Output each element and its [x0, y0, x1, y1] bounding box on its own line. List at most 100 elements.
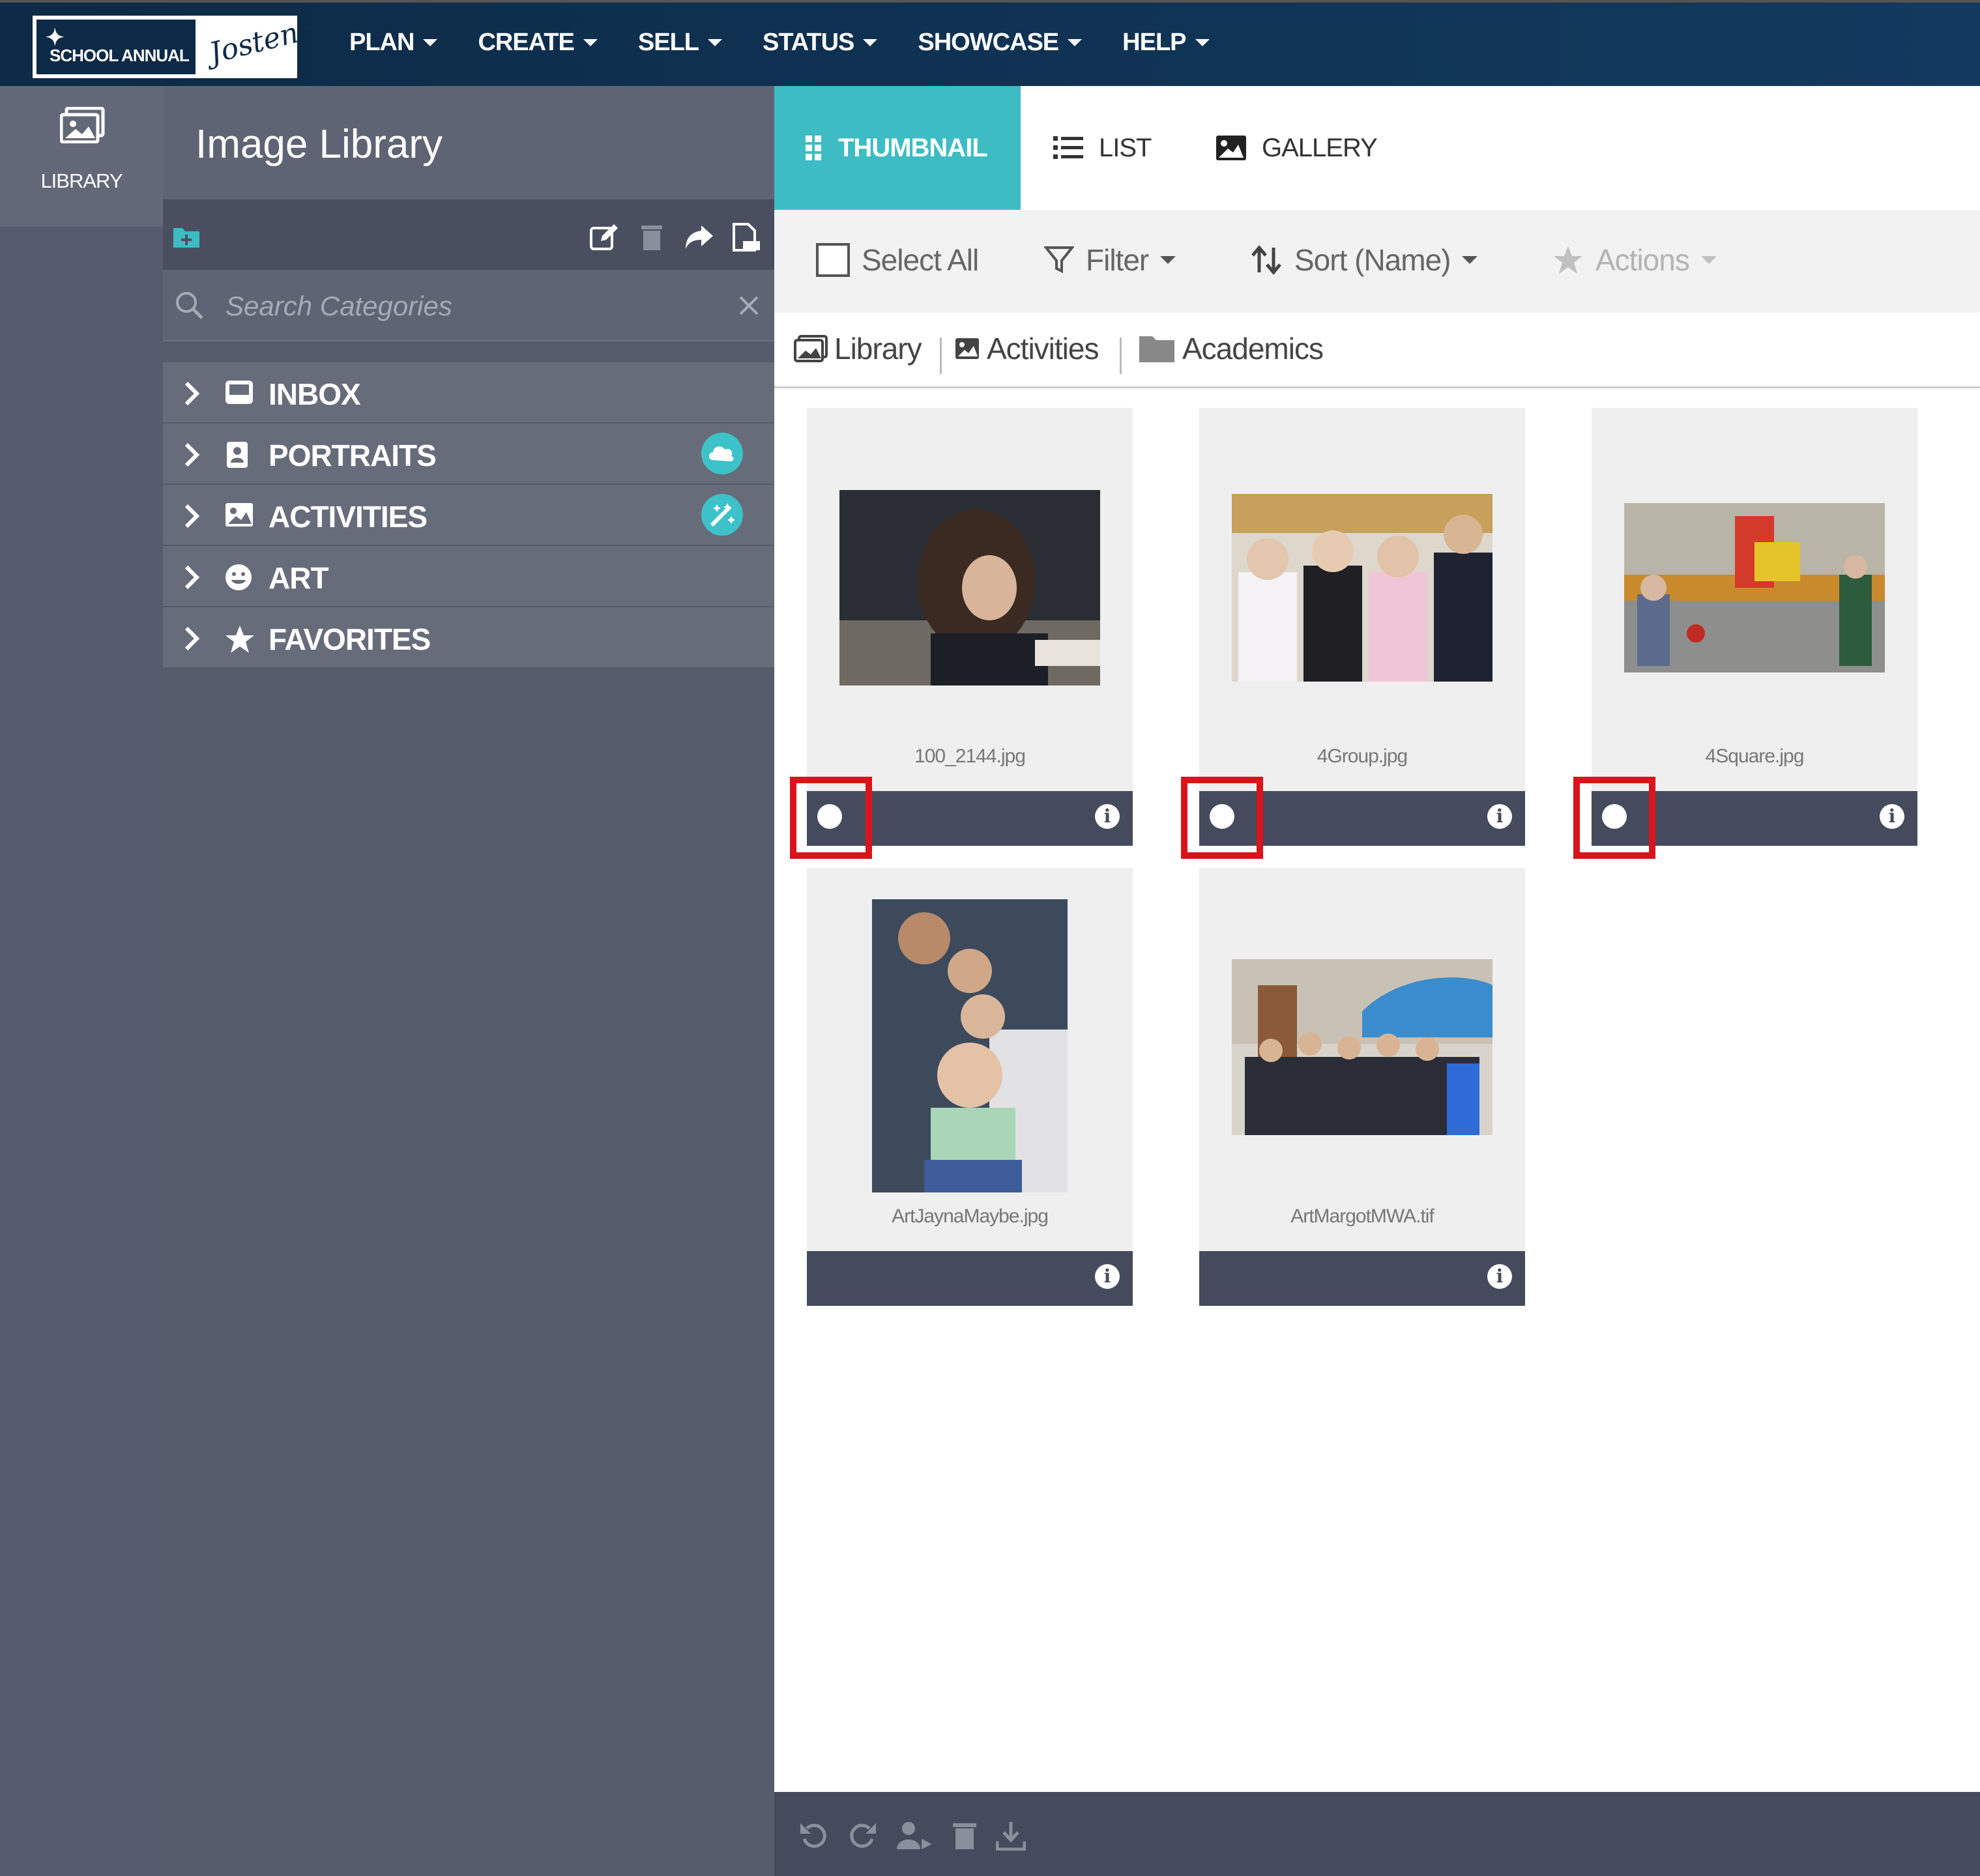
- breadcrumb-activities[interactable]: Activities: [954, 331, 1099, 366]
- breadcrumb-academics[interactable]: Academics: [1138, 331, 1324, 366]
- select-all-label: Select All: [862, 243, 979, 277]
- tab-thumbnail[interactable]: THUMBNAIL: [774, 86, 1021, 210]
- clear-search-icon[interactable]: [738, 295, 760, 317]
- thumbnail-image[interactable]: [1232, 494, 1492, 682]
- nav-sell[interactable]: SELL: [638, 29, 722, 57]
- cloud-icon[interactable]: [701, 433, 743, 474]
- image-card[interactable]: ArtMargotMWA.tif i: [1199, 868, 1525, 1306]
- category-toolbar: [163, 199, 774, 270]
- info-icon[interactable]: i: [1095, 1264, 1120, 1289]
- rotate-left-icon[interactable]: [799, 1821, 829, 1851]
- nav-create[interactable]: CREATE: [478, 29, 598, 57]
- list-icon: [1053, 136, 1083, 159]
- category-label: FAVORITES: [269, 622, 431, 656]
- rail-library[interactable]: LIBRARY: [0, 86, 163, 227]
- gallery-icon: [1216, 136, 1246, 160]
- star-icon: [226, 626, 254, 653]
- breadcrumb: Library Activities Academics: [774, 313, 1980, 388]
- image-card-footer: i: [1199, 1251, 1525, 1306]
- highlight-box: [1573, 777, 1655, 859]
- thumbnail-image[interactable]: [839, 490, 1100, 685]
- actions-label: Actions: [1595, 243, 1690, 277]
- breadcrumb-label: Library: [834, 332, 922, 366]
- search-categories: [163, 270, 774, 341]
- chevron-right-icon[interactable]: [184, 442, 199, 468]
- actions-dropdown[interactable]: Actions: [1552, 242, 1717, 278]
- rail-library-label: LIBRARY: [40, 169, 123, 192]
- thumbnail-image[interactable]: [1624, 503, 1885, 672]
- caret-down-icon: [1462, 256, 1478, 264]
- caret-down-icon: [423, 39, 438, 46]
- share-icon[interactable]: [684, 223, 713, 252]
- add-folder-icon[interactable]: [172, 223, 201, 252]
- caret-down-icon: [1700, 256, 1717, 264]
- sort-icon: [1251, 245, 1281, 275]
- rotate-right-icon[interactable]: [847, 1821, 877, 1851]
- magic-wand-icon[interactable]: [701, 494, 743, 536]
- info-icon[interactable]: i: [1095, 804, 1120, 829]
- folder-icon: [1139, 336, 1174, 362]
- thumbnail-image[interactable]: [872, 899, 1068, 1192]
- pdf-icon[interactable]: [731, 223, 760, 252]
- logo-jostens: Jostens: [206, 12, 317, 70]
- sort-dropdown[interactable]: Sort (Name): [1251, 242, 1478, 278]
- info-icon[interactable]: i: [1880, 804, 1904, 829]
- assign-person-icon[interactable]: [895, 1821, 933, 1851]
- sort-label: Sort (Name): [1294, 243, 1451, 277]
- filter-dropdown[interactable]: Filter: [1044, 242, 1176, 278]
- category-portraits[interactable]: PORTRAITS: [163, 424, 774, 485]
- category-inbox[interactable]: INBOX: [163, 362, 774, 424]
- page-title: Image Library: [196, 122, 443, 167]
- tab-list[interactable]: LIST: [1053, 86, 1152, 210]
- edit-icon[interactable]: [589, 223, 618, 252]
- brand-logo[interactable]: ✦ SCHOOL ANNUAL Jostens: [30, 12, 316, 81]
- filter-label: Filter: [1086, 243, 1149, 277]
- caret-down-icon: [583, 39, 598, 46]
- filter-icon: [1044, 246, 1074, 274]
- trash-icon[interactable]: [952, 1821, 978, 1851]
- chevron-right-icon[interactable]: [184, 564, 199, 590]
- category-art[interactable]: ART: [163, 546, 774, 607]
- search-input[interactable]: [226, 287, 682, 326]
- category-activities[interactable]: ACTIVITIES: [163, 485, 774, 546]
- nav-showcase[interactable]: SHOWCASE: [918, 29, 1083, 57]
- chevron-right-icon[interactable]: [184, 626, 199, 652]
- tab-gallery-label: GALLERY: [1262, 133, 1378, 162]
- chevron-right-icon[interactable]: [184, 503, 199, 529]
- breadcrumb-divider: [940, 338, 942, 374]
- tab-list-label: LIST: [1099, 133, 1152, 162]
- caret-down-icon: [1195, 39, 1210, 46]
- tab-thumbnail-label: THUMBNAIL: [838, 133, 988, 162]
- image-icon: [955, 338, 979, 359]
- category-label: ART: [269, 561, 329, 595]
- image-card[interactable]: ArtJaynaMaybe.jpg i: [807, 868, 1133, 1306]
- select-all-checkbox[interactable]: Select All: [816, 242, 979, 278]
- image-icon: [226, 503, 253, 527]
- image-filename: 4Square.jpg: [1705, 745, 1805, 767]
- info-icon[interactable]: i: [1487, 804, 1512, 829]
- bird-icon: ✦: [46, 25, 64, 50]
- highlight-box: [790, 777, 872, 859]
- nav-plan[interactable]: PLAN: [349, 29, 438, 57]
- info-icon[interactable]: i: [1487, 1264, 1512, 1289]
- smile-icon: [226, 564, 252, 590]
- image-filename: ArtJaynaMaybe.jpg: [892, 1205, 1049, 1227]
- caret-down-icon: [1068, 39, 1083, 46]
- chevron-right-icon[interactable]: [184, 381, 199, 407]
- thumbnail-image[interactable]: [1232, 959, 1492, 1135]
- nav-status[interactable]: STATUS: [763, 29, 878, 57]
- category-label: INBOX: [269, 377, 361, 411]
- category-label: ACTIVITIES: [269, 500, 428, 534]
- trash-icon[interactable]: [637, 223, 666, 252]
- caret-down-icon: [1160, 256, 1176, 264]
- category-favorites[interactable]: FAVORITES: [163, 607, 774, 669]
- breadcrumb-label: Activities: [987, 332, 1099, 366]
- breadcrumb-library[interactable]: Library: [794, 331, 922, 366]
- nav-help[interactable]: HELP: [1122, 29, 1210, 57]
- panel-header: Image Library: [163, 86, 774, 199]
- category-label: PORTRAITS: [269, 439, 437, 472]
- download-icon[interactable]: [996, 1821, 1026, 1851]
- search-icon: [176, 292, 203, 319]
- tab-gallery[interactable]: GALLERY: [1215, 86, 1378, 210]
- image-card-footer: i: [807, 1251, 1133, 1306]
